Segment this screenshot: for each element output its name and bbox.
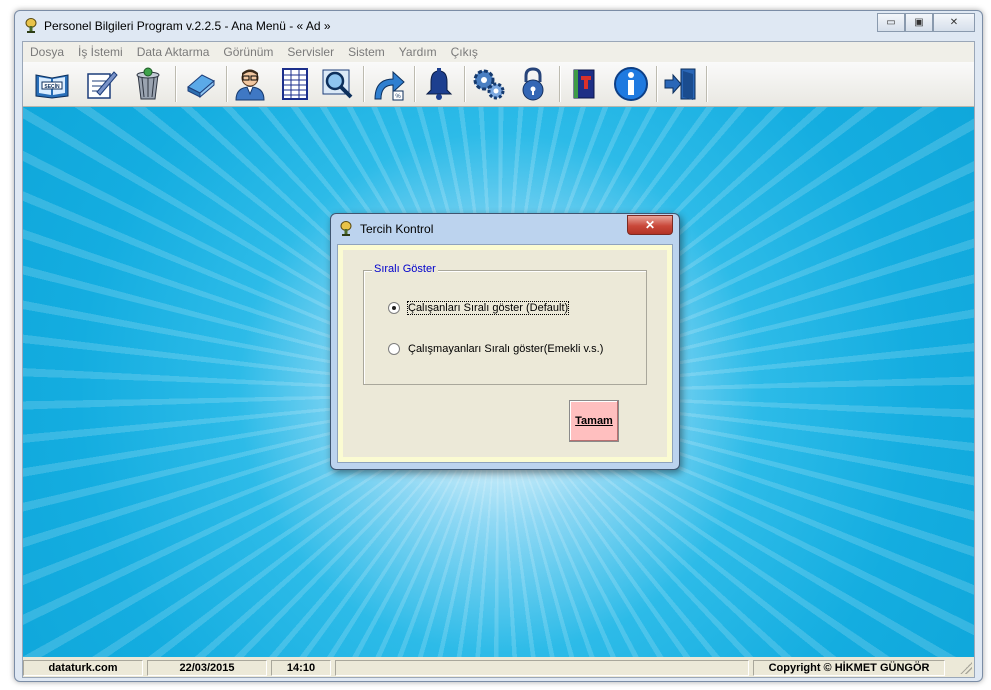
- toolbar-button-export[interactable]: %: [370, 66, 408, 102]
- secim-book-icon: SEÇİN: [35, 74, 69, 99]
- info-icon: [614, 67, 648, 101]
- close-icon: ✕: [644, 218, 656, 232]
- menu-cikis[interactable]: Çıkış: [444, 42, 485, 62]
- menu-gorunum[interactable]: Görünüm: [216, 42, 280, 62]
- menu-bar: Dosya İş İstemi Data Aktarma Görünüm Ser…: [23, 42, 974, 62]
- menu-sistem[interactable]: Sistem: [341, 42, 392, 62]
- sirali-goster-group: Sıralı Göster Çalışanları Sıralı göster …: [363, 263, 647, 385]
- minimize-icon: ▭: [886, 17, 896, 28]
- radio-calisanlar[interactable]: Çalışanları Sıralı göster (Default): [388, 301, 570, 315]
- tamam-label: Tamam: [575, 415, 613, 427]
- dialog-close-button[interactable]: ✕: [627, 215, 673, 235]
- status-site: dataturk.com: [23, 660, 143, 676]
- status-date: 22/03/2015: [147, 660, 267, 676]
- maximize-icon: ▣: [914, 17, 924, 28]
- toolbar-button-recycle[interactable]: [129, 66, 167, 102]
- radio-label: Çalışanları Sıralı göster (Default): [406, 301, 570, 315]
- status-empty-panel: [335, 660, 749, 676]
- toolbar-button-exit[interactable]: [662, 66, 700, 102]
- dialog-app-icon: [340, 221, 352, 236]
- eraser-icon: [187, 74, 215, 99]
- status-copyright: Copyright © HİKMET GÜNGÖR: [753, 660, 945, 676]
- recycle-bin-icon: [136, 67, 160, 100]
- resize-grip[interactable]: [960, 662, 972, 674]
- spreadsheet-icon: [282, 68, 308, 100]
- toolbar-button-settings[interactable]: [470, 66, 508, 102]
- toolbar-button-secim[interactable]: SEÇİN: [33, 66, 71, 102]
- toolbar-separator: [226, 66, 228, 102]
- toolbar-button-search[interactable]: [319, 66, 357, 102]
- radio-dot-icon: [392, 306, 396, 310]
- toolbar-button-info[interactable]: [612, 66, 650, 102]
- radio-button-unchecked[interactable]: [388, 343, 400, 355]
- toolbar: SEÇİN %: [23, 62, 974, 107]
- toolbar-button-edit[interactable]: [82, 66, 120, 102]
- secim-book-text: SEÇİN: [44, 83, 60, 90]
- exit-door-icon: [664, 68, 696, 100]
- menu-dosya[interactable]: Dosya: [23, 42, 71, 62]
- toolbar-separator: [656, 66, 658, 102]
- gears-icon: [473, 69, 505, 100]
- toolbar-separator: [464, 66, 466, 102]
- dialog-panel: Sıralı Göster Çalışanları Sıralı göster …: [343, 250, 667, 457]
- toolbar-separator: [175, 66, 177, 102]
- menu-data-aktarma[interactable]: Data Aktarma: [130, 42, 217, 62]
- lock-icon: [522, 67, 544, 101]
- toolbar-button-bell[interactable]: [420, 66, 458, 102]
- edit-form-icon: [87, 71, 118, 99]
- dialog-title: Tercih Kontrol: [360, 222, 434, 236]
- tamam-button[interactable]: Tamam: [569, 400, 619, 442]
- toolbar-button-person[interactable]: [231, 66, 269, 102]
- search-icon: [322, 69, 353, 99]
- toolbar-separator: [414, 66, 416, 102]
- toolbar-separator: [706, 66, 708, 102]
- radio-button-checked[interactable]: [388, 302, 400, 314]
- toolbar-separator: [559, 66, 561, 102]
- close-button[interactable]: ✕: [933, 13, 975, 32]
- toolbar-separator: [363, 66, 365, 102]
- dialog-client: Sıralı Göster Çalışanları Sıralı göster …: [337, 244, 673, 463]
- menu-yardim[interactable]: Yardım: [392, 42, 444, 62]
- radio-calismayanlar[interactable]: Çalışmayanları Sıralı göster(Emekli v.s.…: [388, 343, 603, 355]
- maximize-button[interactable]: ▣: [905, 13, 933, 32]
- group-label: Sıralı Göster: [372, 263, 438, 275]
- close-icon: ✕: [949, 17, 959, 28]
- menu-servisler[interactable]: Servisler: [280, 42, 341, 62]
- toolbar-button-help[interactable]: [565, 66, 603, 102]
- help-book-icon: [573, 69, 595, 99]
- tercih-kontrol-dialog: Tercih Kontrol ✕ Sıralı Göster Çalışanla…: [330, 213, 680, 470]
- bell-icon: [425, 68, 453, 100]
- app-icon: [25, 18, 37, 33]
- title-bar[interactable]: Personel Bilgileri Program v.2.2.5 - Ana…: [15, 11, 982, 41]
- toolbar-button-eraser[interactable]: [182, 66, 220, 102]
- radio-label: Çalışmayanları Sıralı göster(Emekli v.s.…: [408, 343, 604, 355]
- minimize-button[interactable]: ▭: [877, 13, 905, 32]
- window-title: Personel Bilgileri Program v.2.2.5 - Ana…: [44, 19, 331, 33]
- status-bar: dataturk.com 22/03/2015 14:10 Copyright …: [23, 658, 974, 676]
- person-icon: [235, 69, 265, 101]
- status-time: 14:10: [271, 660, 331, 676]
- toolbar-button-spreadsheet[interactable]: [276, 66, 314, 102]
- svg-text:%: %: [395, 94, 401, 100]
- menu-is-istemi[interactable]: İş İstemi: [71, 42, 130, 62]
- export-arrow-icon: %: [374, 70, 405, 101]
- toolbar-button-lock[interactable]: [514, 66, 552, 102]
